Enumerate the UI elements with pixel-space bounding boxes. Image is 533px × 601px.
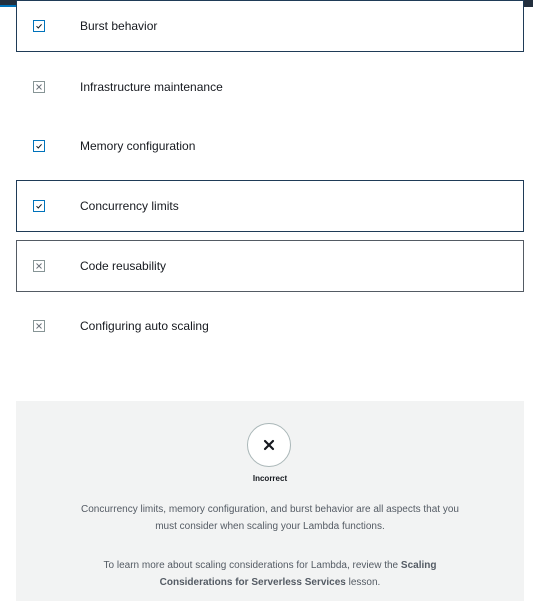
option-label: Memory configuration [80, 139, 196, 153]
answer-option-configuring-auto-scaling[interactable]: Configuring auto scaling [16, 300, 524, 352]
answer-option-memory-configuration[interactable]: Memory configuration [16, 120, 524, 172]
checkbox-checked[interactable] [33, 20, 45, 32]
result-status: Incorrect [252, 474, 288, 483]
checkbox-unchecked[interactable] [33, 320, 45, 332]
answer-option-concurrency-limits[interactable]: Concurrency limits [16, 180, 524, 232]
close-icon [263, 439, 275, 451]
check-icon [36, 23, 42, 29]
answer-option-infrastructure-maintenance[interactable]: Infrastructure maintenance [16, 61, 524, 113]
option-label: Concurrency limits [80, 199, 179, 213]
check-icon [36, 203, 42, 209]
option-label: Code reusability [80, 259, 167, 273]
learn-more-prefix: To learn more about scaling consideratio… [103, 560, 399, 571]
answer-option-burst-behavior[interactable]: Burst behavior [16, 0, 524, 52]
checkbox-checked[interactable] [33, 200, 45, 212]
result-badge [247, 423, 291, 467]
checkbox-unchecked[interactable] [33, 81, 45, 93]
feedback-panel: Incorrect Concurrency limits, memory con… [16, 401, 524, 601]
x-icon [36, 84, 42, 90]
check-icon [36, 143, 42, 149]
checkbox-checked[interactable] [33, 140, 45, 152]
x-icon [36, 323, 42, 329]
x-icon [36, 263, 42, 269]
feedback-learn-more: To learn more about scaling consideratio… [70, 557, 470, 591]
option-label: Configuring auto scaling [80, 319, 209, 333]
option-label: Infrastructure maintenance [80, 80, 223, 94]
answer-option-code-reusability[interactable]: Code reusability [16, 240, 524, 292]
learn-more-suffix: lesson. [348, 577, 381, 588]
feedback-explanation: Concurrency limits, memory configuration… [81, 504, 459, 532]
checkbox-unchecked[interactable] [33, 260, 45, 272]
option-label: Burst behavior [80, 19, 158, 33]
